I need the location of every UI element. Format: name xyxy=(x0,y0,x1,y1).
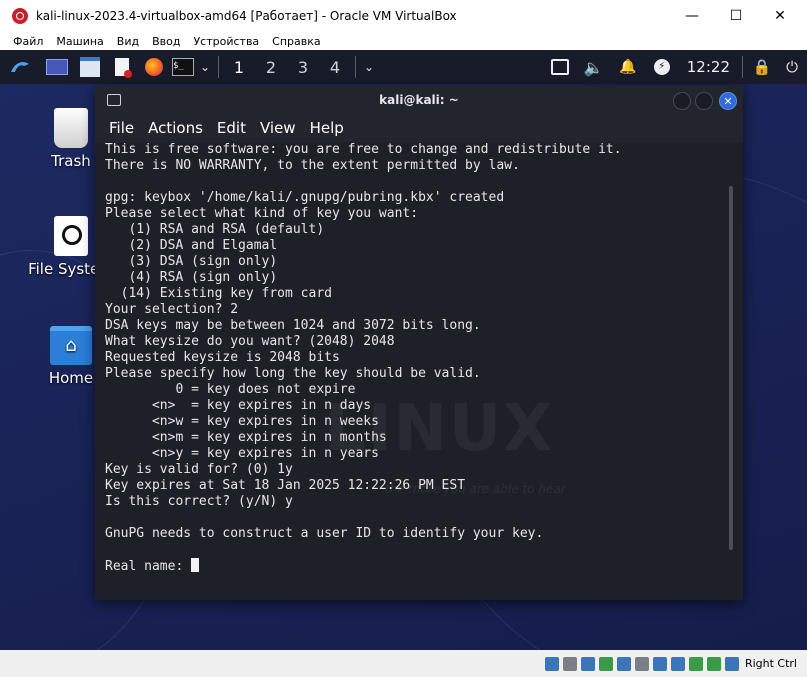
menu-devices[interactable]: Устройства xyxy=(193,35,259,48)
terminal-line: (2) DSA and Elgamal xyxy=(105,238,278,253)
terminal-cursor xyxy=(191,558,200,572)
menu-input[interactable]: Ввод xyxy=(152,35,180,48)
terminal-line: Please specify how long the key should b… xyxy=(105,366,481,381)
terminal-line: Requested keysize is 2048 bits xyxy=(105,350,340,365)
network-icon[interactable] xyxy=(543,50,577,84)
chevron-down-icon[interactable]: ⌄ xyxy=(360,50,378,84)
terminal-line: <n>w = key expires in n weeks xyxy=(105,414,379,429)
close-button[interactable]: ✕ xyxy=(757,0,803,32)
mouse-integration-icon[interactable] xyxy=(706,656,721,671)
chevron-down-icon[interactable]: ⌄ xyxy=(196,50,214,84)
lock-icon[interactable]: 🔒 xyxy=(747,50,777,84)
virtualbox-icon xyxy=(12,8,28,24)
cpu-activity-icon[interactable] xyxy=(688,656,703,671)
workspace-2[interactable]: 2 xyxy=(255,50,287,84)
workspace-3[interactable]: 3 xyxy=(287,50,319,84)
terminal-line: GnuPG needs to construct a user ID to id… xyxy=(105,526,544,541)
terminal-line: <n> = key expires in n days xyxy=(105,398,372,413)
terminal-line: Please select what kind of key you want: xyxy=(105,206,419,221)
terminal-menu-edit[interactable]: Edit xyxy=(217,119,246,137)
terminal-line: <n>y = key expires in n years xyxy=(105,446,379,461)
clock[interactable]: 12:22 xyxy=(687,58,730,76)
terminal-minimize-button[interactable] xyxy=(673,92,691,110)
terminal-line: (3) DSA (sign only) xyxy=(105,254,278,269)
files-icon[interactable] xyxy=(74,50,106,84)
panel-separator xyxy=(355,56,356,78)
terminal-line: Your selection? 2 xyxy=(105,302,239,317)
menu-help[interactable]: Справка xyxy=(272,35,320,48)
terminal-menu-file[interactable]: File xyxy=(109,119,134,137)
text-editor-icon[interactable] xyxy=(106,50,138,84)
panel-separator xyxy=(742,56,743,78)
power-manager-icon[interactable]: ⚡ xyxy=(645,50,679,84)
show-desktop-icon[interactable] xyxy=(40,50,74,84)
host-titlebar: kali-linux-2023.4-virtualbox-amd64 [Рабо… xyxy=(0,0,807,32)
terminal-line: <n>m = key expires in n months xyxy=(105,430,387,445)
terminal-prompt: Real name: xyxy=(105,559,192,574)
window-title: kali-linux-2023.4-virtualbox-amd64 [Рабо… xyxy=(36,9,457,23)
workspace-1[interactable]: 1 xyxy=(223,50,255,84)
terminal-line: (14) Existing key from card xyxy=(105,286,332,301)
terminal-menu-actions[interactable]: Actions xyxy=(148,119,203,137)
power-icon[interactable]: ⏻ xyxy=(777,50,807,84)
maximize-button[interactable]: ☐ xyxy=(713,0,759,32)
terminal-window[interactable]: kali@kali: ~ ✕ File Actions Edit View He… xyxy=(95,86,743,600)
terminal-line: Is this correct? (y/N) y xyxy=(105,494,293,509)
audio-icon[interactable] xyxy=(580,656,595,671)
guest-screen: $_ ⌄ 1 2 3 4 ⌄ 🔈 🔔 ⚡ 12:22 🔒 ⏻ Trash Fil… xyxy=(0,50,807,650)
terminal-line: There is NO WARRANTY, to the extent perm… xyxy=(105,158,520,173)
terminal-menubar: File Actions Edit View Help xyxy=(95,114,743,142)
host-statusbar: Right Ctrl xyxy=(0,650,807,677)
terminal-menu-view[interactable]: View xyxy=(260,119,296,137)
terminal-window-icon xyxy=(107,94,121,106)
terminal-scrollbar[interactable] xyxy=(729,186,733,550)
terminal-line: This is free software: you are free to c… xyxy=(105,142,622,157)
panel-separator xyxy=(218,56,219,78)
optical-drive-icon[interactable] xyxy=(562,656,577,671)
kali-menu-icon[interactable] xyxy=(0,50,40,84)
terminal-line: Key expires at Sat 18 Jan 2025 12:22:26 … xyxy=(105,478,466,493)
hard-disk-icon[interactable] xyxy=(544,656,559,671)
terminal-line: DSA keys may be between 1024 and 3072 bi… xyxy=(105,318,481,333)
terminal-line: 0 = key does not expire xyxy=(105,382,356,397)
terminal-icon[interactable]: $_ xyxy=(170,50,196,84)
host-key-label: Right Ctrl xyxy=(744,657,797,670)
firefox-icon[interactable] xyxy=(138,50,170,84)
terminal-text: This is free software: you are free to c… xyxy=(105,142,622,575)
terminal-titlebar[interactable]: kali@kali: ~ ✕ xyxy=(95,86,743,114)
notification-bell-icon[interactable]: 🔔 xyxy=(611,50,645,84)
terminal-output[interactable]: LINUX the more you are able to hear This… xyxy=(95,142,743,600)
network-adapter-icon[interactable] xyxy=(598,656,613,671)
terminal-line: What keysize do you want? (2048) 2048 xyxy=(105,334,395,349)
terminal-close-button[interactable]: ✕ xyxy=(719,92,737,110)
terminal-menu-help[interactable]: Help xyxy=(310,119,344,137)
display-icon[interactable] xyxy=(652,656,667,671)
terminal-line: gpg: keybox '/home/kali/.gnupg/pubring.k… xyxy=(105,190,505,205)
keyboard-icon[interactable] xyxy=(724,656,739,671)
host-menubar: Файл Машина Вид Ввод Устройства Справка xyxy=(0,32,807,50)
drive-icon xyxy=(54,216,88,256)
menu-view[interactable]: Вид xyxy=(117,35,139,48)
usb-icon[interactable] xyxy=(616,656,631,671)
terminal-line: (1) RSA and RSA (default) xyxy=(105,222,325,237)
recording-icon[interactable] xyxy=(670,656,685,671)
menu-machine[interactable]: Машина xyxy=(56,35,103,48)
kali-top-panel: $_ ⌄ 1 2 3 4 ⌄ 🔈 🔔 ⚡ 12:22 🔒 ⏻ xyxy=(0,50,807,84)
shared-folders-icon[interactable] xyxy=(634,656,649,671)
terminal-title: kali@kali: ~ xyxy=(379,93,459,107)
trash-icon xyxy=(54,108,88,148)
home-folder-icon: ⌂ xyxy=(50,326,92,365)
volume-icon[interactable]: 🔈 xyxy=(577,50,611,84)
workspace-4[interactable]: 4 xyxy=(319,50,351,84)
terminal-line: (4) RSA (sign only) xyxy=(105,270,278,285)
menu-file[interactable]: Файл xyxy=(13,35,43,48)
terminal-maximize-button[interactable] xyxy=(695,92,713,110)
minimize-button[interactable]: — xyxy=(669,0,715,32)
terminal-line: Key is valid for? (0) 1y xyxy=(105,462,293,477)
